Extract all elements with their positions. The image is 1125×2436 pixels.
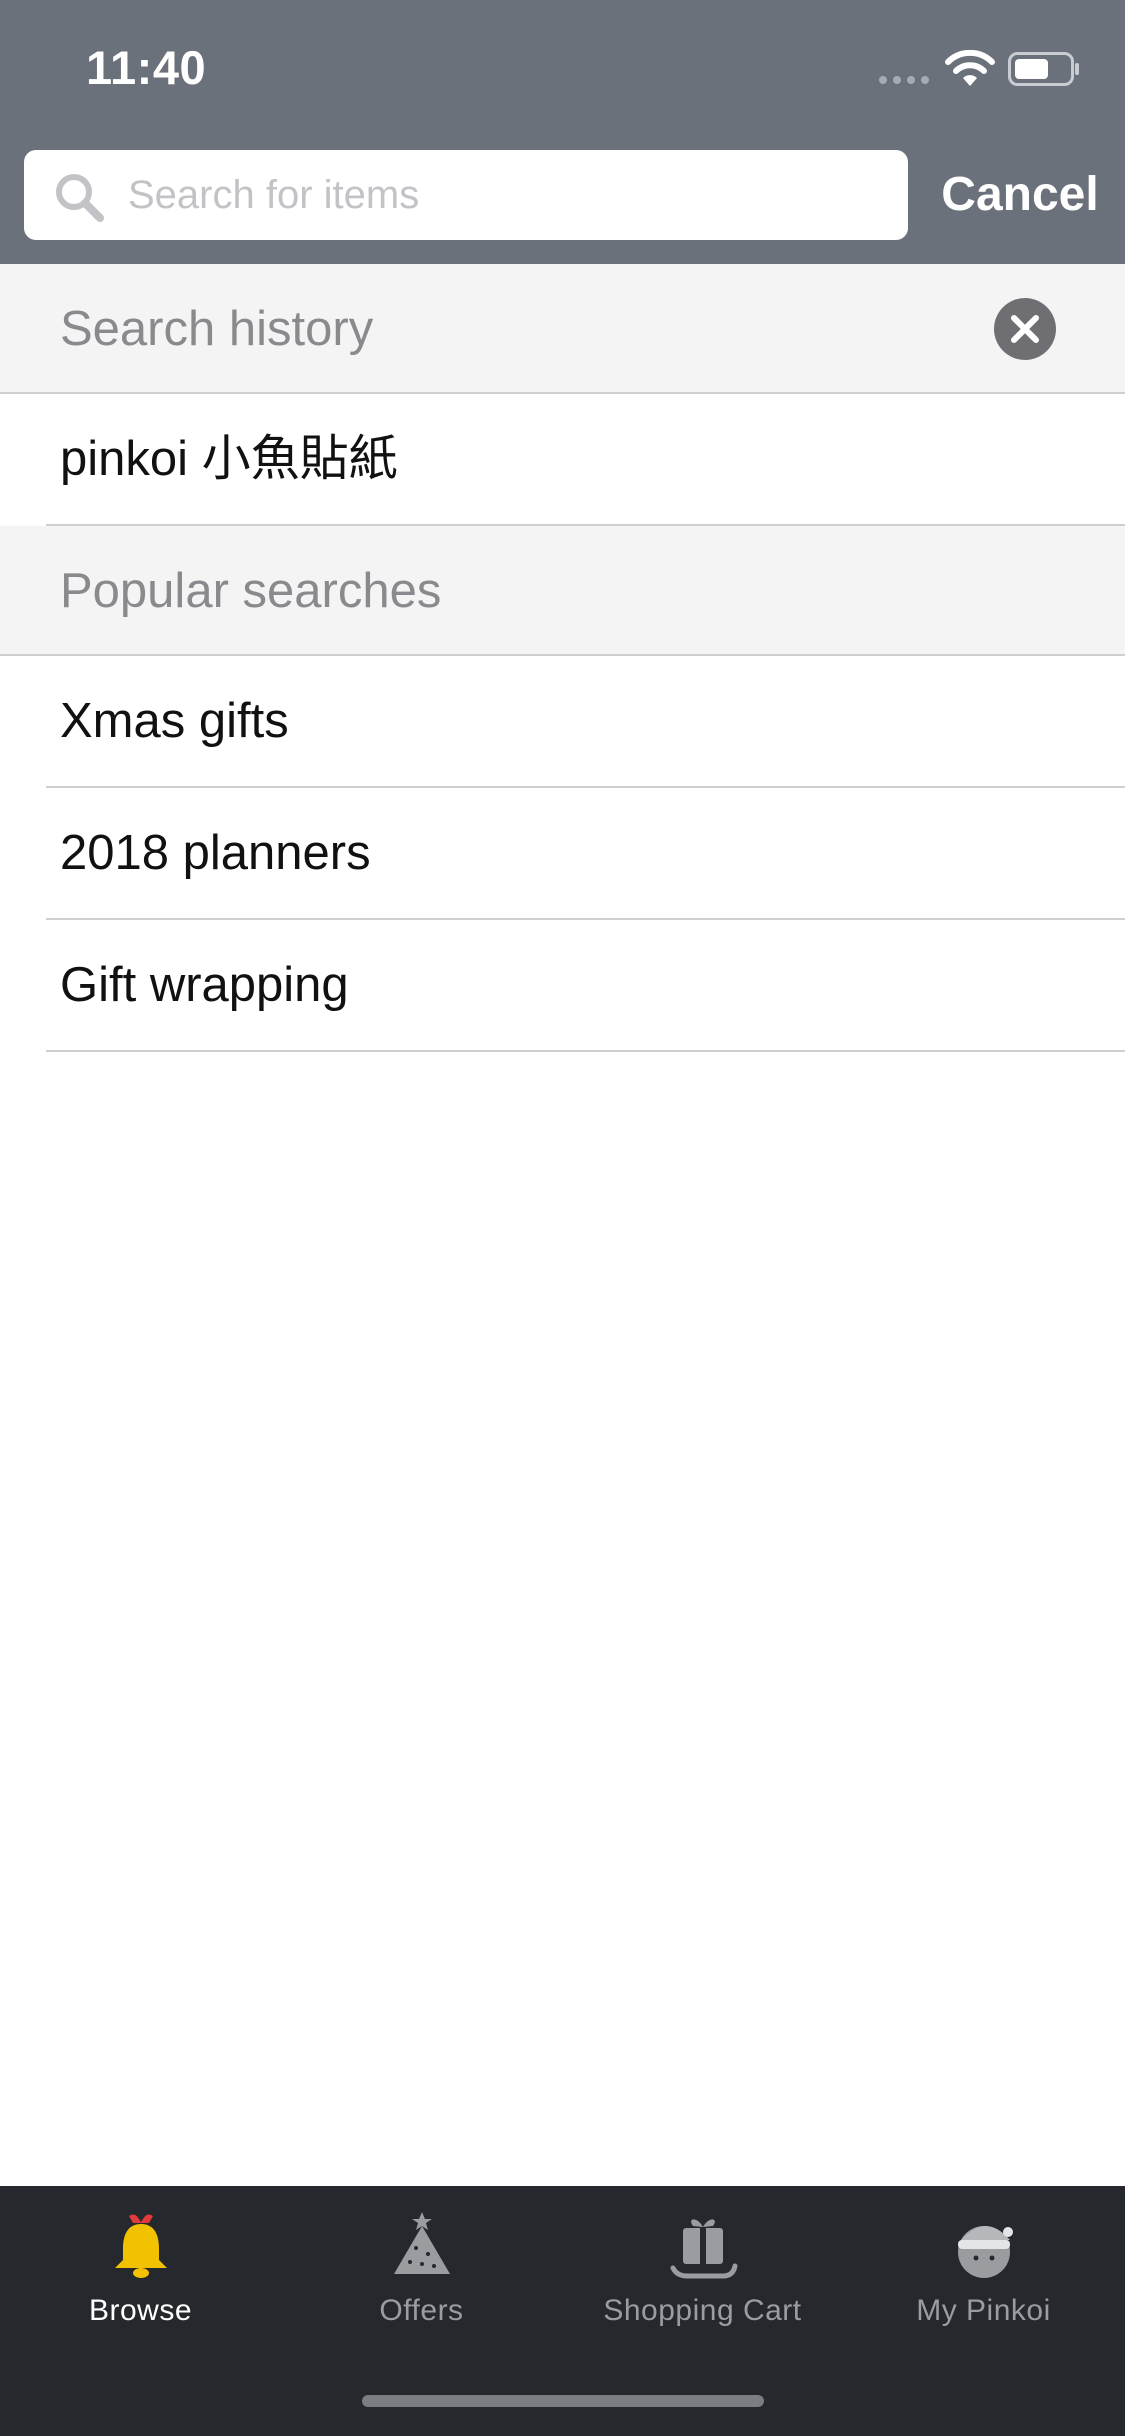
tab-label: My Pinkoi xyxy=(916,2294,1051,2327)
santa-avatar-icon xyxy=(958,2225,1013,2278)
tab-my-pinkoi[interactable]: My Pinkoi xyxy=(843,2186,1124,2366)
clear-history-button[interactable] xyxy=(994,298,1056,360)
history-item[interactable]: pinkoi 小魚貼紙 xyxy=(0,394,1125,526)
tab-label: Browse xyxy=(88,2294,193,2327)
close-icon xyxy=(1011,315,1039,343)
cancel-button[interactable]: Cancel xyxy=(930,160,1110,230)
popular-item-label: Gift wrapping xyxy=(60,958,349,1012)
search-history-title: Search history xyxy=(60,302,374,356)
tab-offers[interactable]: Offers xyxy=(281,2186,562,2366)
status-time: 11:40 xyxy=(86,41,207,94)
popular-item[interactable]: 2018 planners xyxy=(0,788,1125,920)
popular-item[interactable]: Xmas gifts xyxy=(0,656,1125,788)
cellular-signal-icon xyxy=(879,76,929,84)
history-item-label: pinkoi 小魚貼紙 xyxy=(60,432,398,486)
gift-sleigh-icon xyxy=(670,2219,738,2279)
bell-icon xyxy=(115,2214,167,2278)
battery-icon xyxy=(1008,52,1079,86)
tab-shopping-cart[interactable]: Shopping Cart xyxy=(562,2186,843,2366)
popular-item-label: Xmas gifts xyxy=(60,694,289,748)
search-history-header: Search history xyxy=(0,264,1125,394)
search-box[interactable] xyxy=(24,150,908,240)
christmas-tree-icon xyxy=(394,2212,450,2274)
popular-searches-header: Popular searches xyxy=(0,526,1125,656)
divider xyxy=(46,1050,1125,1052)
tab-label: Shopping Cart xyxy=(603,2294,802,2327)
wifi-icon xyxy=(945,50,995,86)
popular-searches-title: Popular searches xyxy=(60,564,442,618)
search-icon xyxy=(56,174,104,222)
popular-item-label: 2018 planners xyxy=(60,826,371,880)
search-input[interactable] xyxy=(128,150,888,240)
home-indicator xyxy=(362,2395,764,2407)
tab-label: Offers xyxy=(379,2294,464,2327)
tab-browse[interactable]: Browse xyxy=(0,2186,281,2366)
popular-item[interactable]: Gift wrapping xyxy=(0,920,1125,1052)
header: 11:40 Cancel xyxy=(0,0,1125,264)
